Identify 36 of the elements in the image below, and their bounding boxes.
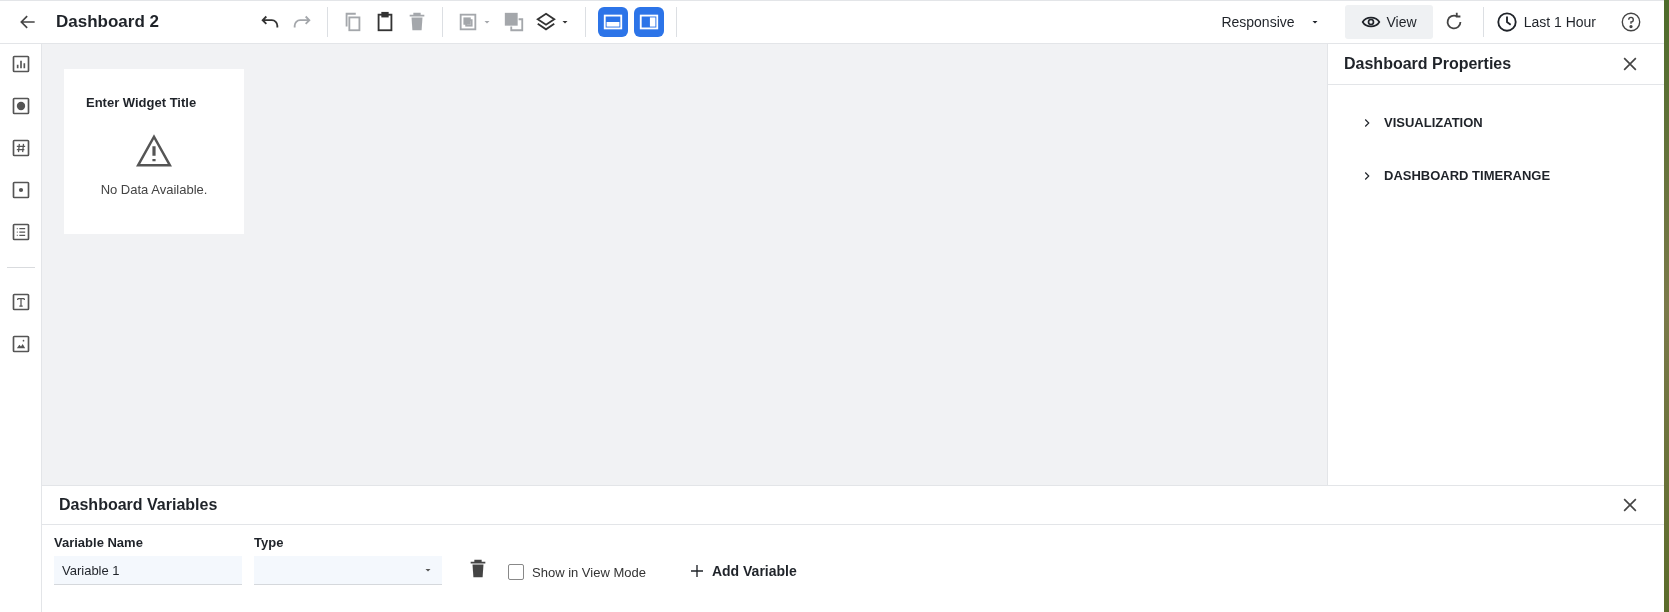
time-range-button[interactable]: Last 1 Hour <box>1491 7 1600 37</box>
checkbox[interactable] <box>508 564 524 580</box>
no-data-message: No Data Available. <box>100 182 208 197</box>
checkbox-label: Show in View Mode <box>532 564 646 580</box>
layout-dropdown[interactable]: Responsive <box>1213 8 1329 36</box>
field-label: Variable Name <box>54 535 144 550</box>
section-header[interactable]: VISUALIZATION <box>1360 115 1483 130</box>
hash-icon <box>10 138 31 158</box>
widget-type-button[interactable] <box>10 334 31 354</box>
text-icon <box>10 292 31 312</box>
list-icon <box>10 222 31 242</box>
dashboard-title: Dashboard 2 <box>56 12 159 32</box>
panel-title: Dashboard Properties <box>1344 55 1512 73</box>
bar-chart-icon <box>10 54 31 74</box>
add-variable-button[interactable]: Add Variable <box>681 561 803 581</box>
ungroup-icon <box>503 11 525 33</box>
widget-type-button[interactable] <box>10 292 31 312</box>
view-button[interactable]: View <box>1344 5 1433 39</box>
widget-type-button[interactable] <box>10 180 31 200</box>
help-icon <box>1620 11 1642 33</box>
image-icon <box>10 334 31 354</box>
widget-type-button[interactable] <box>10 96 31 116</box>
pie-chart-icon <box>10 96 31 116</box>
widget-type-button[interactable] <box>10 54 31 74</box>
panel-title: Dashboard Variables <box>59 496 218 514</box>
widget-type-button[interactable] <box>10 222 31 242</box>
widget-type-button[interactable] <box>10 138 31 158</box>
field-label: Type <box>254 535 285 550</box>
widget-card[interactable]: Enter Widget Title No Data Available. <box>64 69 244 234</box>
clock-icon <box>1495 11 1518 33</box>
section-header[interactable]: DASHBOARD TIMERANGE <box>1360 168 1551 183</box>
warning-icon <box>135 132 173 170</box>
layers-icon <box>535 11 557 33</box>
variable-name-field[interactable]: Variable 1 <box>54 556 242 585</box>
widget-title: Enter Widget Title <box>86 95 197 110</box>
group-icon <box>457 11 479 33</box>
